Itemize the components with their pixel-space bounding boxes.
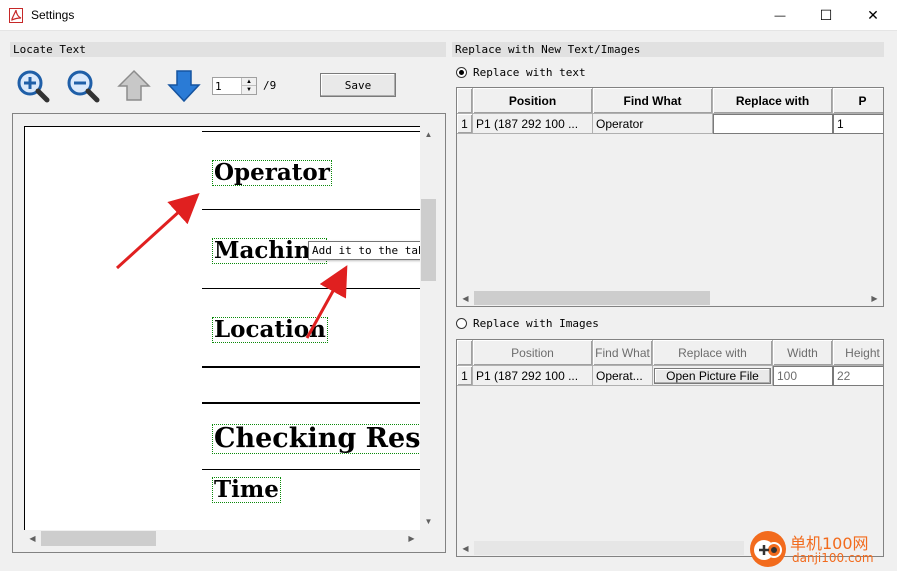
- close-button[interactable]: ✕: [850, 0, 896, 31]
- scroll-thumb[interactable]: [474, 291, 710, 305]
- replace-with-images-label: Replace with Images: [473, 317, 599, 330]
- watermark-url: danji100.com: [792, 551, 874, 565]
- column-replace-with[interactable]: Replace with: [653, 340, 773, 366]
- viewer-horizontal-scrollbar[interactable]: ◀ ▶: [24, 530, 420, 547]
- zoom-out-icon: [67, 70, 100, 103]
- scroll-right-arrow[interactable]: ▶: [866, 290, 883, 306]
- scroll-left-arrow[interactable]: ◀: [24, 530, 41, 547]
- previous-page-button[interactable]: [116, 68, 152, 104]
- scroll-thumb[interactable]: [474, 541, 744, 555]
- red-arrow-icon: [115, 192, 200, 270]
- table-row[interactable]: 1 P1 (187 292 100 ... Operat... Open Pic…: [457, 366, 883, 386]
- scroll-right-arrow[interactable]: ▶: [403, 530, 420, 547]
- scroll-left-arrow[interactable]: ◀: [457, 290, 474, 306]
- height-input[interactable]: 22: [833, 366, 883, 386]
- open-picture-file-button[interactable]: Open Picture File: [654, 367, 771, 384]
- page-number-input[interactable]: [215, 79, 241, 93]
- table-horizontal-scrollbar[interactable]: ◀ ▶: [457, 290, 883, 306]
- replace-with-text-option[interactable]: Replace with text: [456, 66, 586, 79]
- window-title: Settings: [31, 8, 75, 22]
- replace-with-input[interactable]: [713, 114, 833, 134]
- image-replace-table[interactable]: Position Find What Replace with Width He…: [456, 339, 884, 557]
- table-row[interactable]: 1 P1 (187 292 100 ... Operator 1: [457, 114, 883, 134]
- arrow-down-icon: [167, 70, 201, 103]
- text-replace-table[interactable]: Position Find What Replace with P 1 P1 (…: [456, 87, 884, 307]
- title-bar: Settings — ☐ ✕: [0, 0, 897, 31]
- page-number-spinner[interactable]: ▲ ▼: [212, 77, 257, 95]
- pdf-app-icon: [9, 8, 23, 23]
- width-input[interactable]: 100: [773, 366, 833, 386]
- column-position[interactable]: Position: [473, 88, 593, 114]
- row-header-corner: [457, 340, 473, 366]
- document-viewer[interactable]: Operator Machine Add it to the table Loc…: [12, 113, 446, 553]
- column-position[interactable]: Position: [473, 340, 593, 366]
- zoom-in-icon: [17, 70, 50, 103]
- scroll-thumb[interactable]: [421, 199, 436, 281]
- red-arrow-icon: [305, 265, 348, 339]
- row-header-corner: [457, 88, 473, 114]
- replace-header: Replace with New Text/Images: [452, 42, 884, 57]
- cell-position[interactable]: P1 (187 292 100 ...: [473, 114, 593, 134]
- scroll-up-arrow[interactable]: ▲: [420, 126, 437, 143]
- column-page[interactable]: P: [833, 88, 883, 114]
- row-number: 1: [457, 366, 473, 386]
- spinner-up-button[interactable]: ▲: [241, 78, 256, 86]
- cell-replace-with: Open Picture File: [653, 366, 773, 386]
- next-page-button[interactable]: [166, 68, 202, 104]
- watermark-badge-icon: [750, 531, 786, 567]
- arrow-up-icon: [117, 69, 151, 101]
- minimize-button[interactable]: —: [757, 0, 803, 31]
- maximize-button[interactable]: ☐: [803, 0, 849, 31]
- column-find-what[interactable]: Find What: [593, 88, 713, 114]
- scroll-thumb[interactable]: [41, 531, 156, 546]
- scroll-left-arrow[interactable]: ◀: [457, 540, 474, 556]
- page-total: /9: [263, 79, 277, 92]
- save-button[interactable]: Save: [320, 73, 396, 97]
- scroll-down-arrow[interactable]: ▼: [420, 513, 437, 530]
- cell-find-what[interactable]: Operat...: [593, 366, 653, 386]
- page-cell-input[interactable]: 1: [833, 114, 883, 134]
- document-page[interactable]: Operator Machine Add it to the table Loc…: [24, 126, 420, 530]
- table-header: Position Find What Replace with P: [457, 88, 883, 114]
- row-number: 1: [457, 114, 473, 134]
- column-replace-with[interactable]: Replace with: [713, 88, 833, 114]
- radio-button-selected[interactable]: [456, 67, 467, 78]
- cell-find-what[interactable]: Operator: [593, 114, 713, 134]
- replace-with-text-label: Replace with text: [473, 66, 586, 79]
- replace-with-images-option[interactable]: Replace with Images: [456, 317, 599, 330]
- locate-text-header: Locate Text: [10, 42, 446, 57]
- column-height[interactable]: Height: [833, 340, 883, 366]
- viewer-vertical-scrollbar[interactable]: ▲ ▼: [420, 126, 437, 530]
- radio-button[interactable]: [456, 318, 467, 329]
- cell-position[interactable]: P1 (187 292 100 ...: [473, 366, 593, 386]
- spinner-down-button[interactable]: ▼: [241, 86, 256, 94]
- table-header: Position Find What Replace with Width He…: [457, 340, 883, 366]
- column-find-what[interactable]: Find What: [593, 340, 653, 366]
- watermark-logo: 单机100网 danji100.com: [746, 528, 896, 570]
- zoom-out-button[interactable]: [65, 68, 101, 104]
- zoom-in-button[interactable]: [15, 68, 51, 104]
- column-width[interactable]: Width: [773, 340, 833, 366]
- annotation-arrows: [115, 192, 348, 339]
